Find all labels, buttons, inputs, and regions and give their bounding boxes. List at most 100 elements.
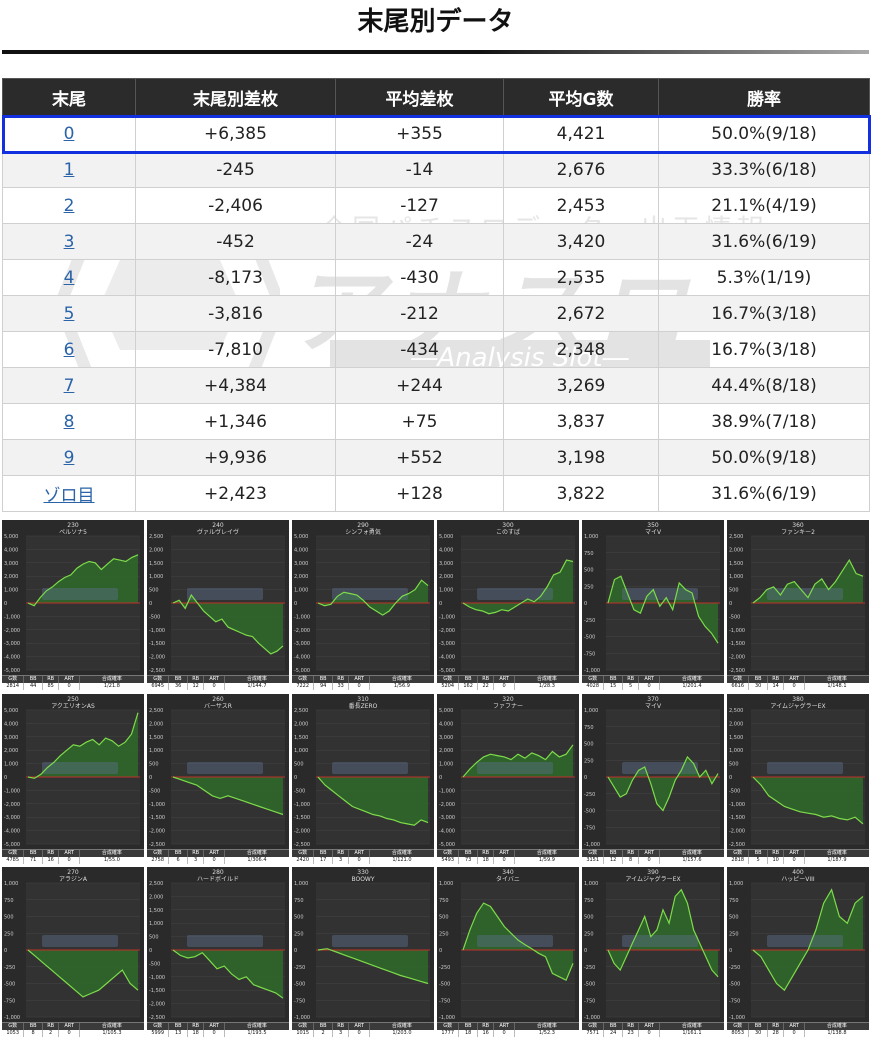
machine-chart: 270アラジンA 1,000 750 500 250 0 -250 -500 -750 -1,00… xyxy=(4,869,140,1021)
tail-link[interactable]: 0 xyxy=(64,124,75,144)
avg-games-cell: 2,672 xyxy=(503,295,659,332)
y-tick-label: 1,500 xyxy=(149,908,163,914)
stats-value-cell: 30 xyxy=(749,1030,768,1037)
y-tick-label: 250 xyxy=(439,931,449,937)
stats-value-cell: 1/193.5 xyxy=(247,1030,267,1036)
machine-number: 360 xyxy=(792,522,804,529)
machine-chart-cell[interactable]: 370 マイV 1,000 750 500 250 0 -250 -500 -750 -1,000 G… xyxy=(582,694,724,864)
stats-value-row: 5204 162 22 0 1/28.3 xyxy=(437,683,579,690)
machine-chart-cell[interactable]: 360 ファンキー2 2,500 2,000 1,500 1,000 500 0 -500 -1,… xyxy=(727,520,869,690)
tail-link[interactable]: 1 xyxy=(64,160,75,180)
tail-link[interactable]: 3 xyxy=(64,232,75,252)
table-row: 3 -452 -24 3,420 31.6%(6/19) xyxy=(2,223,870,260)
stats-value-cell: 5493 xyxy=(437,857,460,864)
tail-link[interactable]: 2 xyxy=(64,196,75,216)
machine-stats-footer: G数 BB RB ART 合成確率 5999 13 18 0 1/193.5 xyxy=(147,1022,289,1037)
stats-value-cell: 1/121.0 xyxy=(392,857,412,863)
stats-value-cell: 8 xyxy=(24,1030,43,1037)
stats-value-cell: 0 xyxy=(494,683,515,690)
total-diff-cell: -2,406 xyxy=(135,187,336,224)
stats-header-cell: BB xyxy=(24,676,43,683)
y-tick-label: 1,500 xyxy=(729,561,743,567)
machine-number: 250 xyxy=(67,696,79,703)
y-tick-label: 3,000 xyxy=(294,561,308,567)
stats-value-cell: 1/306.4 xyxy=(247,857,267,863)
stats-header-row: G数 BB RB ART 合成確率 xyxy=(147,676,289,683)
machine-chart-cell[interactable]: 330 BOOWY 1,000 750 500 250 0 -250 -500 -750 -1,00… xyxy=(292,867,434,1037)
stats-value-row: 8053 30 28 0 1/138.8 xyxy=(727,1030,869,1037)
tail-link[interactable]: ゾロ目 xyxy=(44,486,95,506)
machine-chart-cell[interactable]: 350 マイV 1,000 750 500 250 0 -250 -500 -750 -1,000 G… xyxy=(582,520,724,690)
table-row: 9 +9,936 +552 3,198 50.0%(9/18) xyxy=(2,439,870,476)
y-tick-label: 1,000 xyxy=(729,881,743,887)
stats-header-cell: ART xyxy=(494,850,515,857)
tail-link[interactable]: 7 xyxy=(64,376,75,396)
stats-header-cell: ART xyxy=(494,1023,515,1030)
stats-header-cell: 合成確率 xyxy=(79,676,144,683)
y-tick-label: -500 xyxy=(149,961,160,967)
tail-link[interactable]: 5 xyxy=(64,304,75,324)
machine-chart-cell[interactable]: 270 アラジンA 1,000 750 500 250 0 -250 -500 -750 -1,00… xyxy=(2,867,144,1037)
machine-chart-cell[interactable]: 230 ペルソナ5 5,000 4,000 3,000 2,000 1,000 0 -1,000… xyxy=(2,520,144,690)
machine-chart-cell[interactable]: 340 タイバニ 1,000 750 500 250 0 -250 -500 -750 -1,000… xyxy=(437,867,579,1037)
stats-header-cell: G数 xyxy=(2,850,25,857)
y-tick-label: -3,000 xyxy=(4,641,20,647)
machine-chart-cell[interactable]: 250 アクエリオンAS 5,000 4,000 3,000 2,000 1,000 0 -1,… xyxy=(2,694,144,864)
machine-chart-cell[interactable]: 280 ハードボイルド 2,500 2,000 1,500 1,000 500 0 -500 -1… xyxy=(147,867,289,1037)
y-tick-label: -250 xyxy=(584,792,595,798)
machine-number: 300 xyxy=(502,522,514,529)
stats-header-cell: ART xyxy=(204,1023,225,1030)
win-rate-cell: 31.6%(6/19) xyxy=(658,475,870,512)
machine-stats-footer: G数 BB RB ART 合成確率 8053 30 28 0 1/138.8 xyxy=(727,1022,869,1037)
y-tick-label: -1,000 xyxy=(439,614,455,620)
title-divider xyxy=(2,50,869,54)
tail-link[interactable]: 4 xyxy=(64,268,75,288)
machine-title: ハードボイルド xyxy=(197,875,239,883)
stats-header-cell: RB xyxy=(767,850,785,857)
stats-header-row: G数 BB RB ART 合成確率 xyxy=(2,1023,144,1030)
machine-chart-cell[interactable]: 390 アイムジャグラーEX 1,000 750 500 250 0 -250 -500 -750… xyxy=(582,867,724,1037)
stats-header-cell: RB xyxy=(622,1023,640,1030)
machine-chart-cell[interactable]: 380 アイムジャグラーEX 2,500 2,000 1,500 1,000 500 0 -50… xyxy=(727,694,869,864)
stats-value-cell: 0 xyxy=(494,857,515,864)
table-row: 5 -3,816 -212 2,672 16.7%(3/18) xyxy=(2,295,870,332)
y-tick-label: -1,500 xyxy=(149,815,165,821)
stats-value-cell: 1/55.0 xyxy=(103,857,120,863)
y-tick-label: 0 xyxy=(149,775,152,781)
total-diff-cell: -3,816 xyxy=(135,295,336,332)
stats-value-cell: 1/144.7 xyxy=(247,683,267,689)
tail-link[interactable]: 6 xyxy=(64,340,75,360)
machine-chart-cell[interactable]: 400 ハッピーVIII 1,000 750 500 250 0 -250 -500 -750 -1… xyxy=(727,867,869,1037)
avg-diff-cell: +355 xyxy=(335,115,504,152)
tail-link[interactable]: 9 xyxy=(64,448,75,468)
y-tick-label: 1,500 xyxy=(729,735,743,741)
chart-watermark-icon xyxy=(477,762,553,774)
machine-chart-cell[interactable]: 300 このすば 5,000 4,000 3,000 2,000 1,000 0 -1,000 -… xyxy=(437,520,579,690)
stats-header-row: G数 BB RB ART 合成確率 xyxy=(437,850,579,857)
y-tick-label: 0 xyxy=(294,601,297,607)
tail-link[interactable]: 8 xyxy=(64,412,75,432)
y-tick-label: -4,000 xyxy=(294,655,310,661)
table-row: 0 +6,385 +355 4,421 50.0%(9/18) xyxy=(2,115,870,152)
chart-watermark-icon xyxy=(767,762,843,774)
y-tick-label: -2,500 xyxy=(149,1015,165,1021)
machine-chart-cell[interactable]: 240 ヴァルヴレイヴ 2,500 2,000 1,500 1,000 500 0 -500 -1… xyxy=(147,520,289,690)
y-tick-label: 0 xyxy=(4,775,7,781)
win-rate-cell: 16.7%(3/18) xyxy=(658,331,870,368)
y-tick-label: 2,500 xyxy=(149,534,163,540)
stats-header-cell: G数 xyxy=(147,1023,170,1030)
machine-title: このすば xyxy=(496,528,520,536)
y-tick-label: -1,000 xyxy=(294,614,310,620)
stats-header-row: G数 BB RB ART 合成確率 xyxy=(147,1023,289,1030)
machine-chart-cell[interactable]: 320 ファフナー 5,000 4,000 3,000 2,000 1,000 0 -1,000… xyxy=(437,694,579,864)
machine-chart-cell[interactable]: 310 番長ZERO 2,500 2,000 1,500 1,000 500 0 -500 -1,… xyxy=(292,694,434,864)
y-tick-label: 2,000 xyxy=(149,721,163,727)
y-tick-label: -1,500 xyxy=(729,815,745,821)
y-tick-label: -1,500 xyxy=(149,988,165,994)
machine-chart-cell[interactable]: 290 シンフォ勇気 5,000 4,000 3,000 2,000 1,000 0 -1,00… xyxy=(292,520,434,690)
y-tick-label: 500 xyxy=(439,915,449,921)
y-tick-label: 750 xyxy=(584,898,594,904)
machine-chart-cell[interactable]: 260 バーサスR 2,500 2,000 1,500 1,000 500 0 -500 -1,0… xyxy=(147,694,289,864)
stats-value-cell: 162 xyxy=(459,683,478,690)
stats-value-cell: 7571 xyxy=(582,1030,605,1037)
